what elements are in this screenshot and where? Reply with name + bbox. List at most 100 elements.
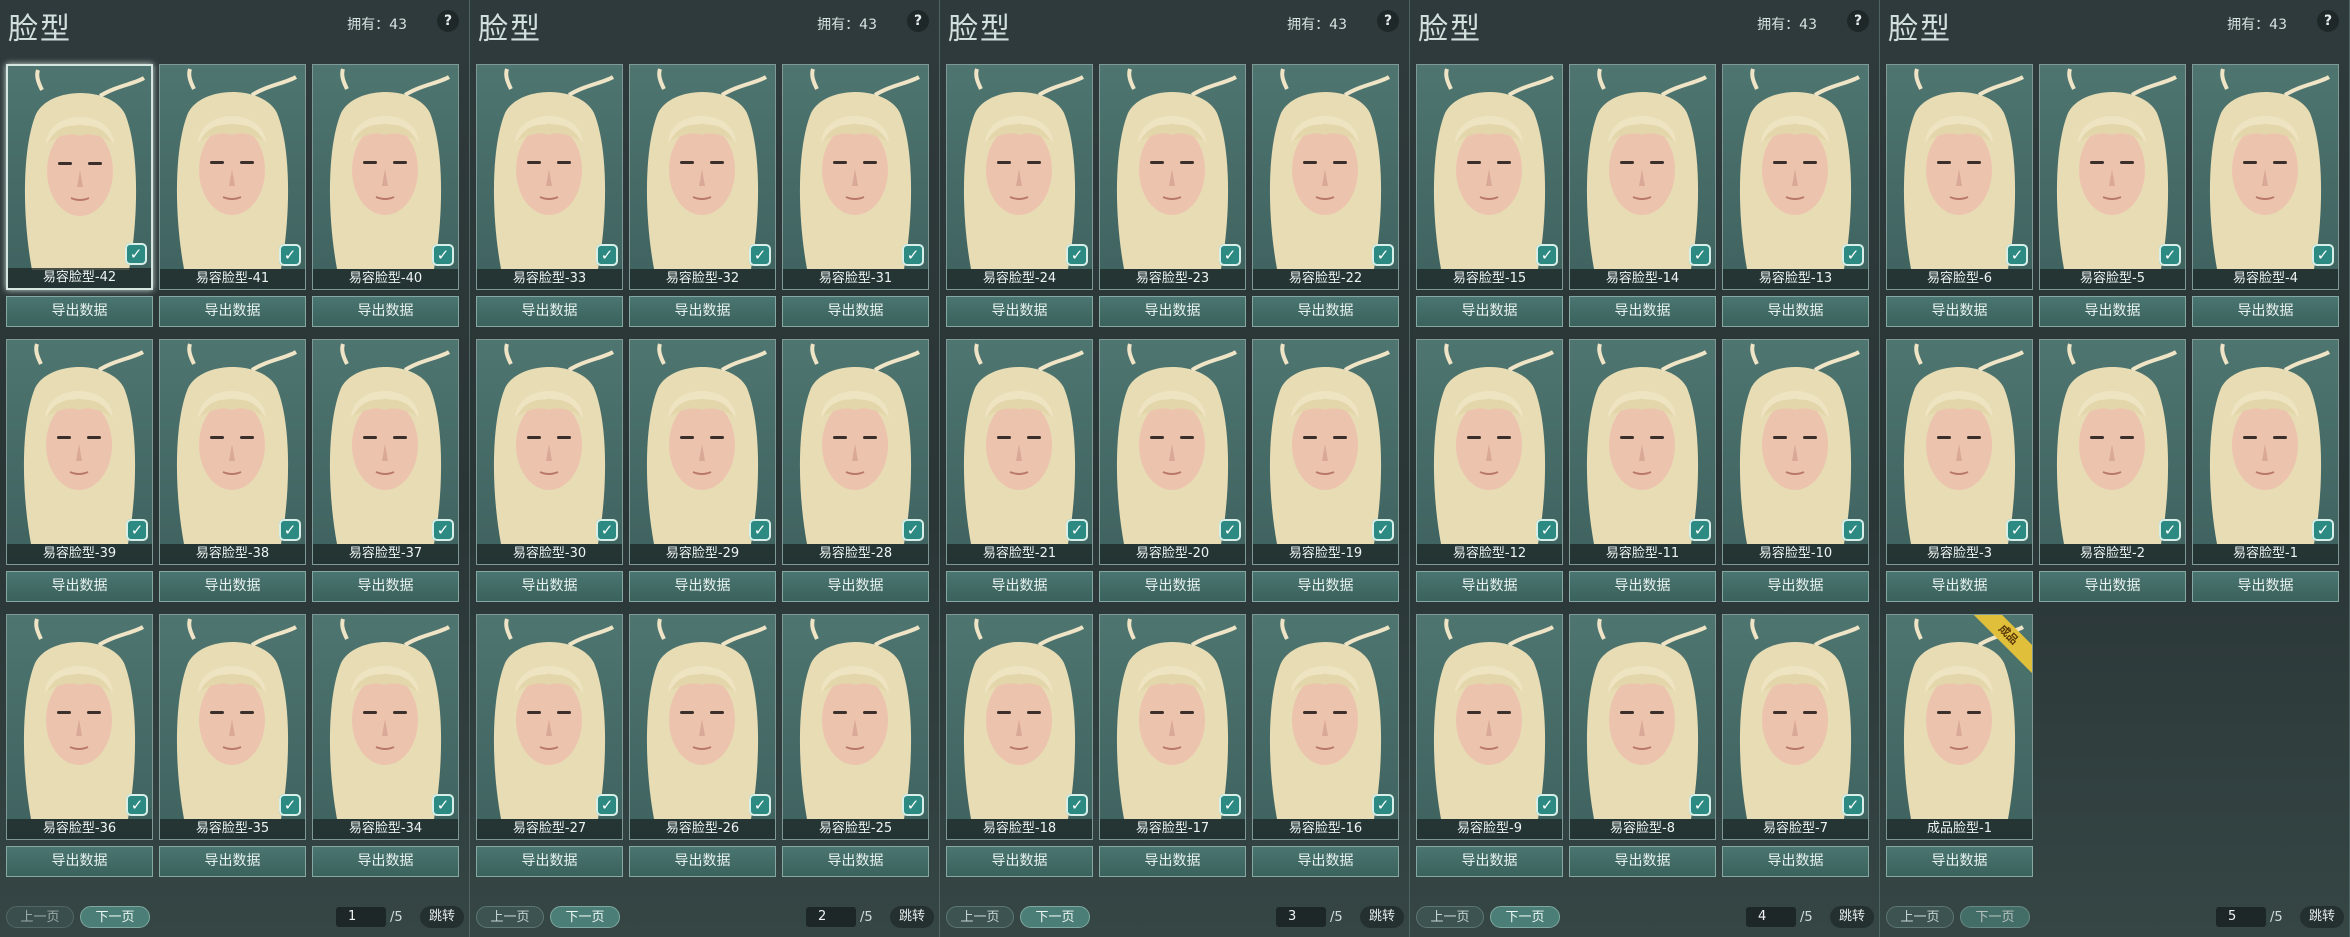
face-card[interactable]: ✓ 易容脸型-36: [6, 614, 153, 840]
face-card[interactable]: ✓ 易容脸型-16: [1252, 614, 1399, 840]
face-card[interactable]: ✓ 易容脸型-37: [312, 339, 459, 565]
export-data-button[interactable]: 导出数据: [629, 296, 776, 327]
export-data-button[interactable]: 导出数据: [1099, 846, 1246, 877]
export-data-button[interactable]: 导出数据: [159, 571, 306, 602]
export-data-button[interactable]: 导出数据: [6, 846, 153, 877]
face-card[interactable]: ✓ 易容脸型-2: [2039, 339, 2186, 565]
face-card[interactable]: ✓ 易容脸型-19: [1252, 339, 1399, 565]
export-data-button[interactable]: 导出数据: [476, 296, 623, 327]
export-data-button[interactable]: 导出数据: [1099, 571, 1246, 602]
export-data-button[interactable]: 导出数据: [159, 846, 306, 877]
jump-button[interactable]: 跳转: [890, 906, 934, 928]
export-data-button[interactable]: 导出数据: [629, 571, 776, 602]
face-card[interactable]: ✓ 易容脸型-30: [476, 339, 623, 565]
face-card[interactable]: ✓ 易容脸型-28: [782, 339, 929, 565]
prev-page-button[interactable]: 上一页: [946, 906, 1014, 928]
prev-page-button[interactable]: 上一页: [1416, 906, 1484, 928]
face-card[interactable]: ✓ 易容脸型-23: [1099, 64, 1246, 290]
prev-page-button[interactable]: 上一页: [476, 906, 544, 928]
export-data-button[interactable]: 导出数据: [1722, 846, 1869, 877]
jump-button[interactable]: 跳转: [420, 906, 464, 928]
export-data-button[interactable]: 导出数据: [1569, 846, 1716, 877]
export-data-button[interactable]: 导出数据: [782, 571, 929, 602]
face-card[interactable]: ✓ 易容脸型-5: [2039, 64, 2186, 290]
face-card[interactable]: ✓ 易容脸型-25: [782, 614, 929, 840]
face-card[interactable]: ✓ 易容脸型-33: [476, 64, 623, 290]
next-page-button[interactable]: 下一页: [1960, 906, 2030, 928]
export-data-button[interactable]: 导出数据: [629, 846, 776, 877]
face-card[interactable]: ✓ 易容脸型-7: [1722, 614, 1869, 840]
export-data-button[interactable]: 导出数据: [1252, 846, 1399, 877]
export-data-button[interactable]: 导出数据: [312, 571, 459, 602]
export-data-button[interactable]: 导出数据: [476, 571, 623, 602]
export-data-button[interactable]: 导出数据: [312, 846, 459, 877]
face-card[interactable]: ✓ 易容脸型-1: [2192, 339, 2339, 565]
face-card[interactable]: ✓ 易容脸型-14: [1569, 64, 1716, 290]
face-card[interactable]: ✓ 易容脸型-42: [6, 64, 153, 290]
help-icon[interactable]: ?: [437, 10, 459, 32]
face-card[interactable]: ✓ 易容脸型-29: [629, 339, 776, 565]
face-card[interactable]: ✓ 易容脸型-34: [312, 614, 459, 840]
export-data-button[interactable]: 导出数据: [1416, 571, 1563, 602]
export-data-button[interactable]: 导出数据: [1416, 846, 1563, 877]
prev-page-button[interactable]: 上一页: [1886, 906, 1954, 928]
face-card[interactable]: ✓ 易容脸型-15: [1416, 64, 1563, 290]
jump-button[interactable]: 跳转: [1360, 906, 1404, 928]
export-data-button[interactable]: 导出数据: [1722, 296, 1869, 327]
face-card[interactable]: ✓ 易容脸型-20: [1099, 339, 1246, 565]
face-card[interactable]: ✓ 易容脸型-38: [159, 339, 306, 565]
face-card[interactable]: ✓ 易容脸型-9: [1416, 614, 1563, 840]
page-number-input[interactable]: 3: [1276, 907, 1326, 927]
face-card[interactable]: ✓ 易容脸型-21: [946, 339, 1093, 565]
next-page-button[interactable]: 下一页: [80, 906, 150, 928]
face-card[interactable]: ✓ 易容脸型-32: [629, 64, 776, 290]
face-card[interactable]: ✓ 易容脸型-40: [312, 64, 459, 290]
export-data-button[interactable]: 导出数据: [476, 846, 623, 877]
export-data-button[interactable]: 导出数据: [1886, 571, 2033, 602]
export-data-button[interactable]: 导出数据: [2192, 571, 2339, 602]
jump-button[interactable]: 跳转: [2300, 906, 2344, 928]
help-icon[interactable]: ?: [1847, 10, 1869, 32]
page-number-input[interactable]: 5: [2216, 907, 2266, 927]
face-card[interactable]: ✓ 易容脸型-31: [782, 64, 929, 290]
face-card[interactable]: ✓ 易容脸型-41: [159, 64, 306, 290]
face-card[interactable]: ✓ 易容脸型-8: [1569, 614, 1716, 840]
export-data-button[interactable]: 导出数据: [1722, 571, 1869, 602]
export-data-button[interactable]: 导出数据: [782, 296, 929, 327]
face-card[interactable]: ✓ 易容脸型-27: [476, 614, 623, 840]
face-card[interactable]: ✓ 易容脸型-35: [159, 614, 306, 840]
face-card[interactable]: ✓ 易容脸型-26: [629, 614, 776, 840]
export-data-button[interactable]: 导出数据: [159, 296, 306, 327]
export-data-button[interactable]: 导出数据: [946, 296, 1093, 327]
face-card[interactable]: ✓ 易容脸型-17: [1099, 614, 1246, 840]
page-number-input[interactable]: 1: [336, 907, 386, 927]
export-data-button[interactable]: 导出数据: [1886, 846, 2033, 877]
face-card[interactable]: ✓ 易容脸型-3: [1886, 339, 2033, 565]
export-data-button[interactable]: 导出数据: [1252, 296, 1399, 327]
help-icon[interactable]: ?: [2317, 10, 2339, 32]
export-data-button[interactable]: 导出数据: [782, 846, 929, 877]
export-data-button[interactable]: 导出数据: [2039, 296, 2186, 327]
export-data-button[interactable]: 导出数据: [946, 846, 1093, 877]
face-card[interactable]: ✓ 易容脸型-39: [6, 339, 153, 565]
prev-page-button[interactable]: 上一页: [6, 906, 74, 928]
export-data-button[interactable]: 导出数据: [6, 296, 153, 327]
export-data-button[interactable]: 导出数据: [2192, 296, 2339, 327]
export-data-button[interactable]: 导出数据: [1886, 296, 2033, 327]
face-card[interactable]: 成品脸型-1 成品: [1886, 614, 2033, 840]
export-data-button[interactable]: 导出数据: [1416, 296, 1563, 327]
export-data-button[interactable]: 导出数据: [1099, 296, 1246, 327]
export-data-button[interactable]: 导出数据: [1569, 571, 1716, 602]
face-card[interactable]: ✓ 易容脸型-13: [1722, 64, 1869, 290]
help-icon[interactable]: ?: [1377, 10, 1399, 32]
next-page-button[interactable]: 下一页: [1020, 906, 1090, 928]
help-icon[interactable]: ?: [907, 10, 929, 32]
face-card[interactable]: ✓ 易容脸型-12: [1416, 339, 1563, 565]
face-card[interactable]: ✓ 易容脸型-10: [1722, 339, 1869, 565]
next-page-button[interactable]: 下一页: [550, 906, 620, 928]
face-card[interactable]: ✓ 易容脸型-22: [1252, 64, 1399, 290]
export-data-button[interactable]: 导出数据: [312, 296, 459, 327]
export-data-button[interactable]: 导出数据: [1569, 296, 1716, 327]
page-number-input[interactable]: 2: [806, 907, 856, 927]
face-card[interactable]: ✓ 易容脸型-18: [946, 614, 1093, 840]
